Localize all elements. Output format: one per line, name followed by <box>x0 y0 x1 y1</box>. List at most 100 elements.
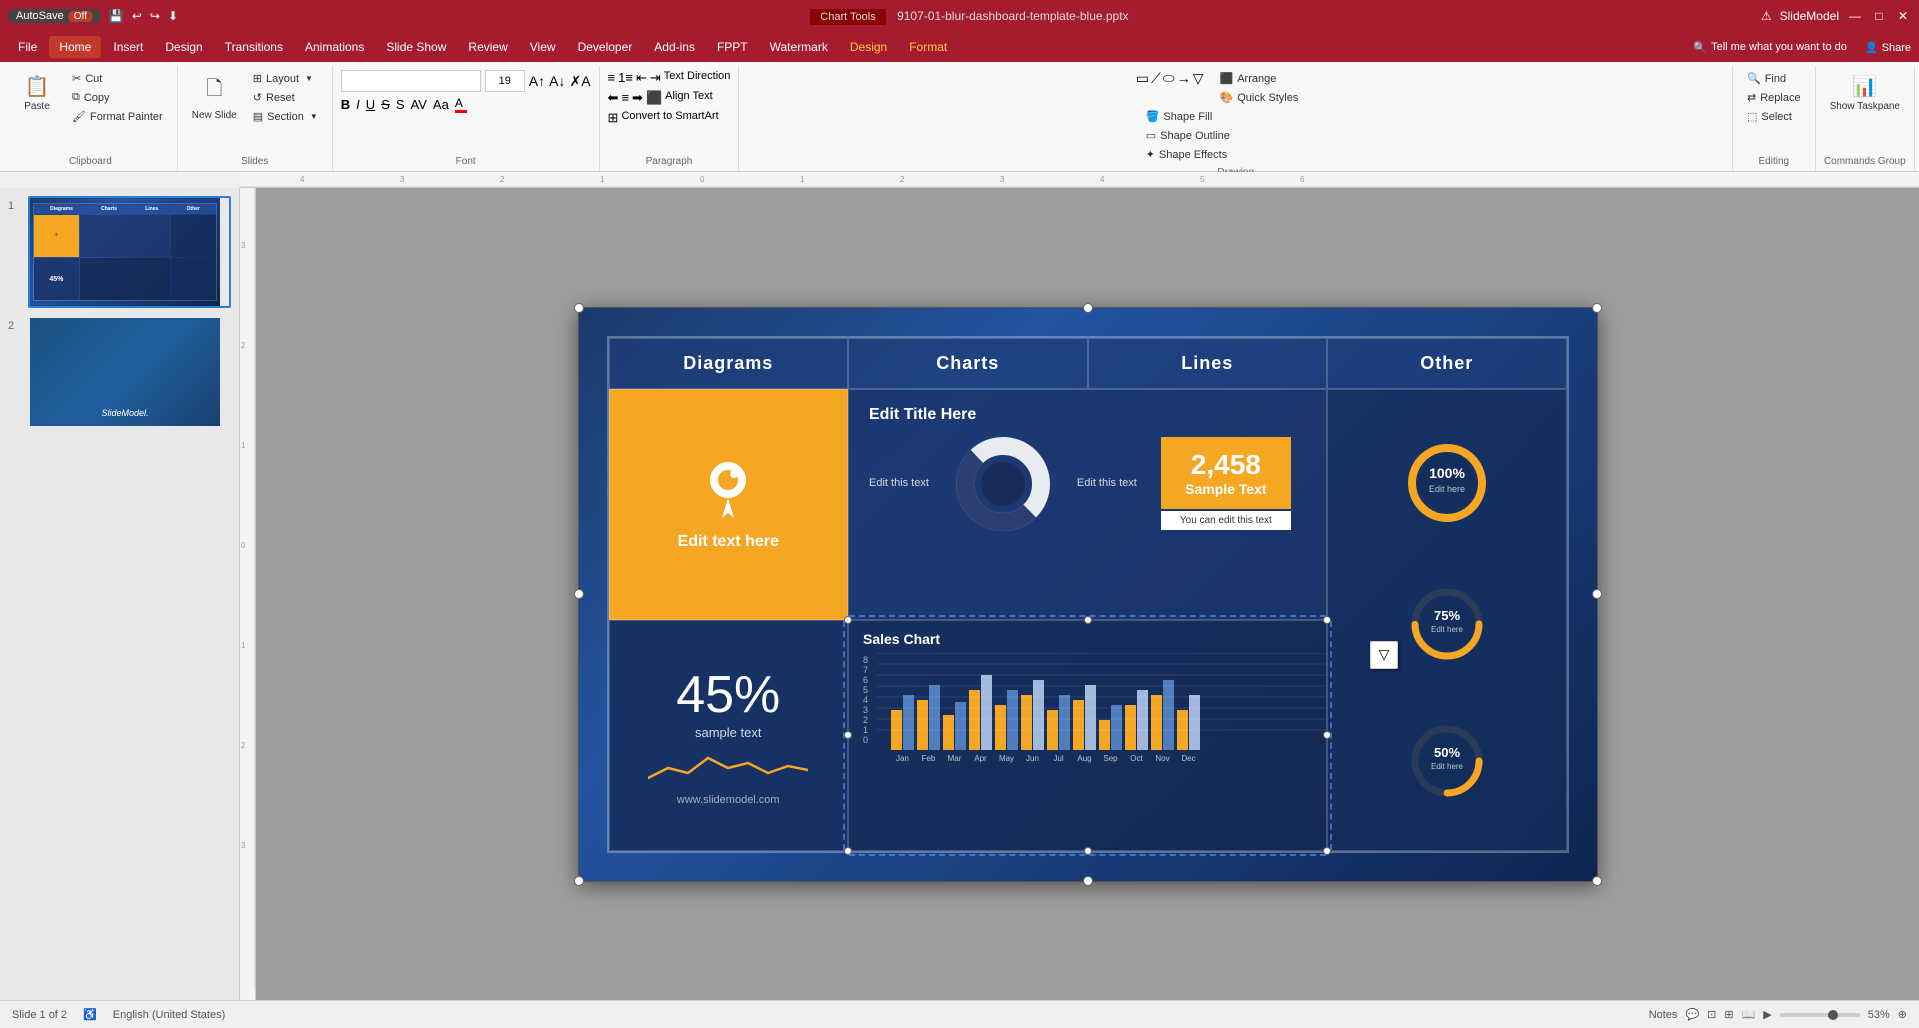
font-size-input[interactable] <box>485 70 525 92</box>
menu-fppt[interactable]: FPPT <box>707 36 758 58</box>
handle-tc[interactable] <box>1083 303 1093 313</box>
website-text[interactable]: www.slidemodel.com <box>677 794 780 806</box>
shape-rect-icon[interactable]: ▭ <box>1136 70 1149 87</box>
shadow-btn[interactable]: S <box>396 97 405 112</box>
chart-handle-br[interactable] <box>1323 847 1331 855</box>
slide-1-thumb[interactable]: Diagrams Charts Lines Other 📍 45% <box>28 196 231 308</box>
zoom-slider-thumb[interactable] <box>1828 1010 1838 1020</box>
indent-increase-btn[interactable]: ⇥ <box>650 70 661 86</box>
handle-bl[interactable] <box>574 876 584 886</box>
menu-chart-format[interactable]: Format <box>899 36 957 58</box>
section-button[interactable]: ▤ Section ▼ <box>247 108 324 125</box>
chart-right-label[interactable]: Edit this text <box>1077 476 1137 490</box>
sales-chart-title[interactable]: Sales Chart <box>863 631 1312 647</box>
underline-btn[interactable]: U <box>366 97 375 112</box>
header-charts[interactable]: Charts <box>848 338 1088 389</box>
reset-button[interactable]: ↺ Reset <box>247 89 324 106</box>
minimize-btn[interactable]: — <box>1847 8 1863 24</box>
charts-bottom-cell[interactable]: Sales Chart 0 1 2 3 4 5 6 7 <box>848 620 1327 851</box>
notes-btn[interactable]: Notes <box>1649 1009 1678 1021</box>
share-btn[interactable]: 👤 Share <box>1865 41 1911 54</box>
menu-slideshow[interactable]: Slide Show <box>376 36 456 58</box>
show-taskpane-btn[interactable]: 📊 Show Taskpane <box>1824 70 1906 116</box>
menu-insert[interactable]: Insert <box>103 36 153 58</box>
align-center-btn[interactable]: ≡ <box>621 90 629 106</box>
charts-title[interactable]: Edit Title Here <box>869 406 1306 424</box>
select-btn[interactable]: ⬚ Select <box>1741 108 1798 125</box>
shape-arrow-icon[interactable]: → <box>1177 70 1191 86</box>
align-text-btn[interactable]: Align Text <box>665 90 713 106</box>
bullets-btn[interactable]: ≡ <box>608 70 616 86</box>
handle-tl[interactable] <box>574 303 584 313</box>
menu-file[interactable]: File <box>8 36 47 58</box>
header-lines[interactable]: Lines <box>1088 338 1328 389</box>
zoom-level[interactable]: 53% <box>1868 1009 1890 1021</box>
char-spacing-btn[interactable]: AV <box>411 97 427 112</box>
chart-handle-tc[interactable] <box>1084 616 1092 624</box>
diagrams-edit-text[interactable]: Edit text here <box>678 533 779 551</box>
decrease-font-btn[interactable]: A↓ <box>549 73 565 89</box>
autosave-toggle[interactable]: AutoSave Off <box>8 9 101 23</box>
quick-styles-btn[interactable]: 🎨 Quick Styles <box>1214 89 1305 106</box>
menu-addins[interactable]: Add-ins <box>644 36 705 58</box>
menu-transitions[interactable]: Transitions <box>215 36 293 58</box>
save-icon[interactable]: 💾 <box>109 9 124 23</box>
presentation-btn[interactable]: ▶ <box>1763 1008 1771 1021</box>
font-color-btn[interactable]: A <box>455 96 467 113</box>
menu-watermark[interactable]: Watermark <box>760 36 838 58</box>
normal-view-btn[interactable]: ⊡ <box>1707 1008 1716 1021</box>
tell-me-box[interactable]: 🔍 Tell me what you want to do <box>1693 41 1846 54</box>
chart-handle-tr[interactable] <box>1323 616 1331 624</box>
font-case-btn[interactable]: Aa <box>433 97 449 112</box>
smartart-btn[interactable]: Convert to SmartArt <box>621 110 718 126</box>
handle-ml[interactable] <box>574 589 584 599</box>
align-left-btn[interactable]: ⬅ <box>608 90 619 106</box>
menu-developer[interactable]: Developer <box>568 36 643 58</box>
percent-large[interactable]: 45% <box>676 665 780 725</box>
zoom-fit-btn[interactable]: ⊕ <box>1898 1008 1907 1021</box>
shape-effects-btn[interactable]: ✦ Shape Effects <box>1140 146 1236 163</box>
increase-font-btn[interactable]: A↑ <box>529 73 545 89</box>
slide-sorter-btn[interactable]: ⊞ <box>1724 1008 1733 1021</box>
menu-review[interactable]: Review <box>458 36 517 58</box>
slide-2-thumb[interactable]: SlideModel. <box>28 316 231 428</box>
zoom-slider[interactable] <box>1780 1013 1860 1017</box>
chart-handle-tl[interactable] <box>844 616 852 624</box>
sample-text[interactable]: sample text <box>695 725 761 740</box>
comments-icon[interactable]: 💬 <box>1685 1008 1699 1021</box>
text-direction-btn[interactable]: Text Direction <box>664 70 731 86</box>
canvas-area[interactable]: Diagrams Charts Lines Other <box>256 188 1919 1000</box>
menu-view[interactable]: View <box>520 36 566 58</box>
close-btn[interactable]: ✕ <box>1895 8 1911 24</box>
chart-handle-ml[interactable] <box>844 731 852 739</box>
customize-icon[interactable]: ⬇ <box>168 9 178 23</box>
format-painter-button[interactable]: 🖌 Format Painter <box>66 108 169 125</box>
menu-design[interactable]: Design <box>155 36 212 58</box>
clear-format-btn[interactable]: ✗A <box>569 73 590 90</box>
undo-icon[interactable]: ↩ <box>132 9 142 23</box>
value-box[interactable]: 2,458 Sample Text <box>1161 437 1291 509</box>
col-btn[interactable]: ⊞ <box>608 110 619 126</box>
value-box-label[interactable]: You can edit this text <box>1161 511 1291 530</box>
indent-decrease-btn[interactable]: ⇤ <box>636 70 647 86</box>
bold-btn[interactable]: B <box>341 97 350 112</box>
font-family-input[interactable] <box>341 70 481 92</box>
shape-more-icon[interactable]: ▽ <box>1193 70 1204 87</box>
menu-chart-design[interactable]: Design <box>840 36 897 58</box>
numbering-btn[interactable]: 1≡ <box>618 70 633 86</box>
header-other[interactable]: Other <box>1327 338 1567 389</box>
slide-canvas[interactable]: Diagrams Charts Lines Other <box>578 307 1598 882</box>
justify-btn[interactable]: ⬛ <box>646 90 662 106</box>
chart-handle-bc[interactable] <box>1084 847 1092 855</box>
arrange-btn[interactable]: ⬛ Arrange <box>1214 70 1305 87</box>
charts-top-cell[interactable]: Edit Title Here Edit this text <box>848 389 1327 620</box>
reading-view-btn[interactable]: 📖 <box>1742 1008 1756 1021</box>
other-column[interactable]: 100% Edit here 75% Edit here <box>1327 389 1567 851</box>
new-slide-button[interactable]: 🗋 New Slide <box>186 70 243 125</box>
chart-filter-btn[interactable]: ▽ <box>1370 641 1398 669</box>
copy-button[interactable]: ⧉ Copy <box>66 89 169 106</box>
shape-line-icon[interactable]: ⟋ <box>1151 70 1161 87</box>
redo-icon[interactable]: ↪ <box>150 9 160 23</box>
handle-tr[interactable] <box>1592 303 1602 313</box>
header-diagrams[interactable]: Diagrams <box>609 338 849 389</box>
